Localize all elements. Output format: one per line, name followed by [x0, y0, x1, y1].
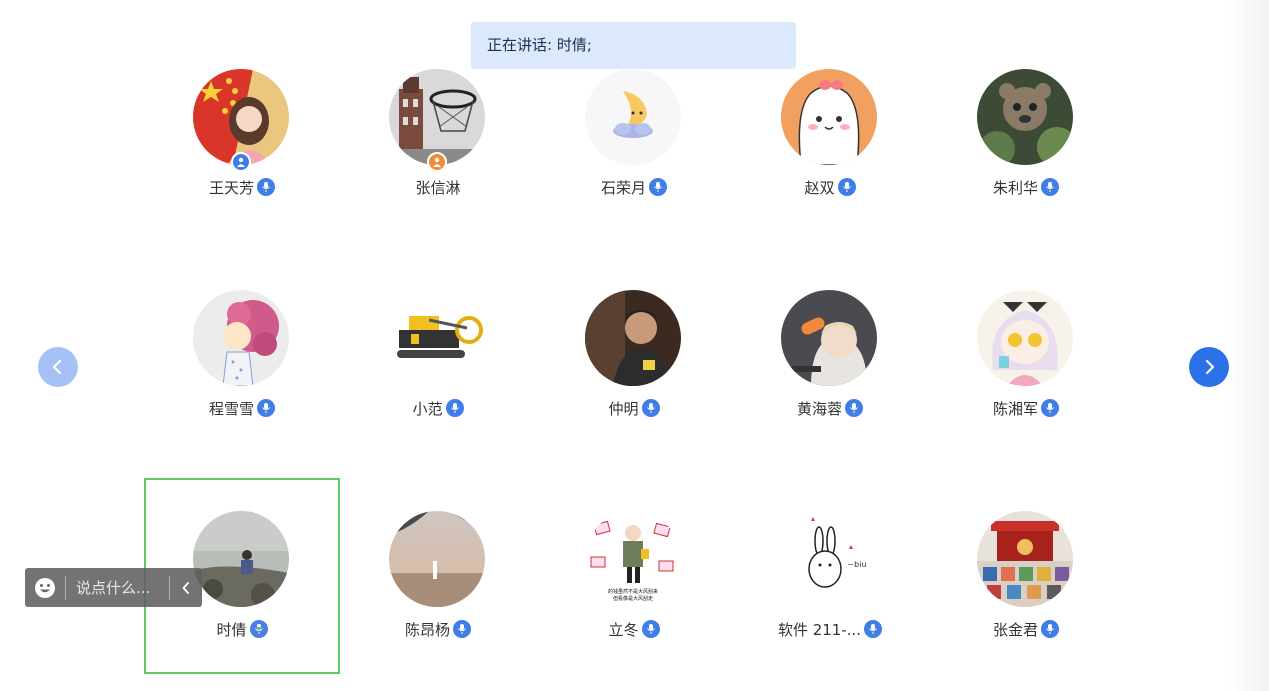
participant-tile[interactable]: 仲明 [536, 290, 732, 440]
participant-name: 陈湘军 [992, 399, 1038, 418]
participant-tile[interactable]: 张金君 [928, 511, 1124, 661]
participant-tile[interactable]: 陈湘军 [928, 290, 1124, 440]
chat-input[interactable]: 说点什么... [66, 577, 169, 598]
participant-name-row: 陈湘军 [928, 397, 1124, 419]
mic-icon[interactable] [1041, 620, 1059, 638]
participant-name: 张信淋 [415, 178, 461, 197]
avatar [977, 69, 1073, 165]
participant-tile[interactable]: 陈昂杨 [340, 511, 536, 661]
avatar [585, 69, 681, 165]
rabbit-caption: ~biu [847, 560, 866, 569]
mic-icon[interactable] [837, 178, 856, 196]
participant-tile[interactable]: 黄海蓉 [732, 290, 928, 440]
avatar [781, 290, 877, 386]
participant-name-row: 张信淋 [340, 176, 536, 198]
chevron-left-icon [182, 581, 189, 594]
participant-name: 小范 [412, 399, 443, 418]
avatar: ~biu [781, 511, 877, 607]
host-badge [231, 152, 251, 172]
poster-caption-line-1: 的钱虽然不是大风刮来 [608, 588, 658, 595]
mic-icon[interactable] [649, 178, 667, 196]
participant-tile[interactable]: 张信淋 [340, 69, 536, 219]
avatar [585, 290, 681, 386]
participant-name-row: 程雪雪 [144, 397, 340, 419]
cohost-badge [427, 152, 447, 172]
mic-icon[interactable] [1041, 399, 1059, 417]
avatar [193, 69, 289, 165]
participant-name-row: 张金君 [928, 618, 1124, 640]
participant-tile[interactable]: 朱利华 [928, 69, 1124, 219]
mic-icon[interactable] [453, 620, 471, 638]
participant-name-row: 朱利华 [928, 176, 1124, 198]
participant-name: 软件 211-... [777, 620, 862, 639]
mic-icon[interactable] [445, 399, 464, 417]
avatar [977, 290, 1073, 386]
participant-name-row: 立冬 [536, 618, 732, 640]
participant-name-row: 石荣月 [536, 176, 732, 198]
mic-icon[interactable] [641, 399, 660, 417]
mic-active-icon[interactable] [249, 620, 268, 638]
participant-name-row: 黄海蓉 [732, 397, 928, 419]
participant-name-row: 小范 [340, 397, 536, 419]
participant-name: 王天芳 [208, 178, 254, 197]
participant-tile[interactable]: 赵双 [732, 69, 928, 219]
avatar [781, 69, 877, 165]
participant-name-row: 时倩 [144, 618, 340, 640]
mic-icon[interactable] [1041, 178, 1059, 196]
participant-name: 时倩 [216, 620, 247, 639]
participant-name-row: 软件 211-... [732, 618, 928, 640]
mic-icon[interactable] [845, 399, 863, 417]
mic-icon[interactable] [641, 620, 660, 638]
participant-name: 张金君 [992, 620, 1038, 639]
smile-icon [35, 577, 55, 598]
participant-tile[interactable]: 小范 [340, 290, 536, 440]
avatar [389, 290, 485, 386]
participant-name: 朱利华 [992, 178, 1038, 197]
avatar [193, 511, 289, 607]
participant-tile[interactable]: 程雪雪 [144, 290, 340, 440]
participant-tile[interactable]: 的钱虽然不是大风刮来 但看像是大风刮走 立冬 [536, 511, 732, 661]
avatar [977, 511, 1073, 607]
participant-name-row: 仲明 [536, 397, 732, 419]
participant-name-row: 赵双 [732, 176, 928, 198]
participant-name: 赵双 [804, 178, 835, 197]
participant-tile[interactable]: 王天芳 [144, 69, 340, 219]
avatar [389, 69, 485, 165]
participant-tile[interactable]: 石荣月 [536, 69, 732, 219]
participant-name: 黄海蓉 [796, 399, 842, 418]
participant-name-row: 王天芳 [144, 176, 340, 198]
participant-tile[interactable]: ~biu 软件 211-... [732, 511, 928, 661]
mic-icon[interactable] [864, 620, 883, 638]
poster-caption-line-2: 但看像是大风刮走 [613, 595, 653, 602]
avatar [193, 290, 289, 386]
participant-name: 立冬 [608, 620, 639, 639]
chat-input-bar[interactable]: 说点什么... [25, 568, 202, 607]
avatar: 的钱虽然不是大风刮来 但看像是大风刮走 [585, 511, 681, 607]
mic-icon[interactable] [257, 399, 275, 417]
participant-name-row: 陈昂杨 [340, 618, 536, 640]
participant-name: 程雪雪 [208, 399, 254, 418]
participant-name: 石荣月 [600, 178, 646, 197]
avatar [389, 511, 485, 607]
user-icon [237, 157, 245, 167]
user-icon [433, 157, 441, 167]
mic-icon[interactable] [257, 178, 275, 196]
participant-name: 陈昂杨 [404, 620, 450, 639]
emoji-button[interactable] [25, 568, 65, 607]
collapse-chat-button[interactable] [170, 568, 202, 607]
participant-name: 仲明 [608, 399, 639, 418]
